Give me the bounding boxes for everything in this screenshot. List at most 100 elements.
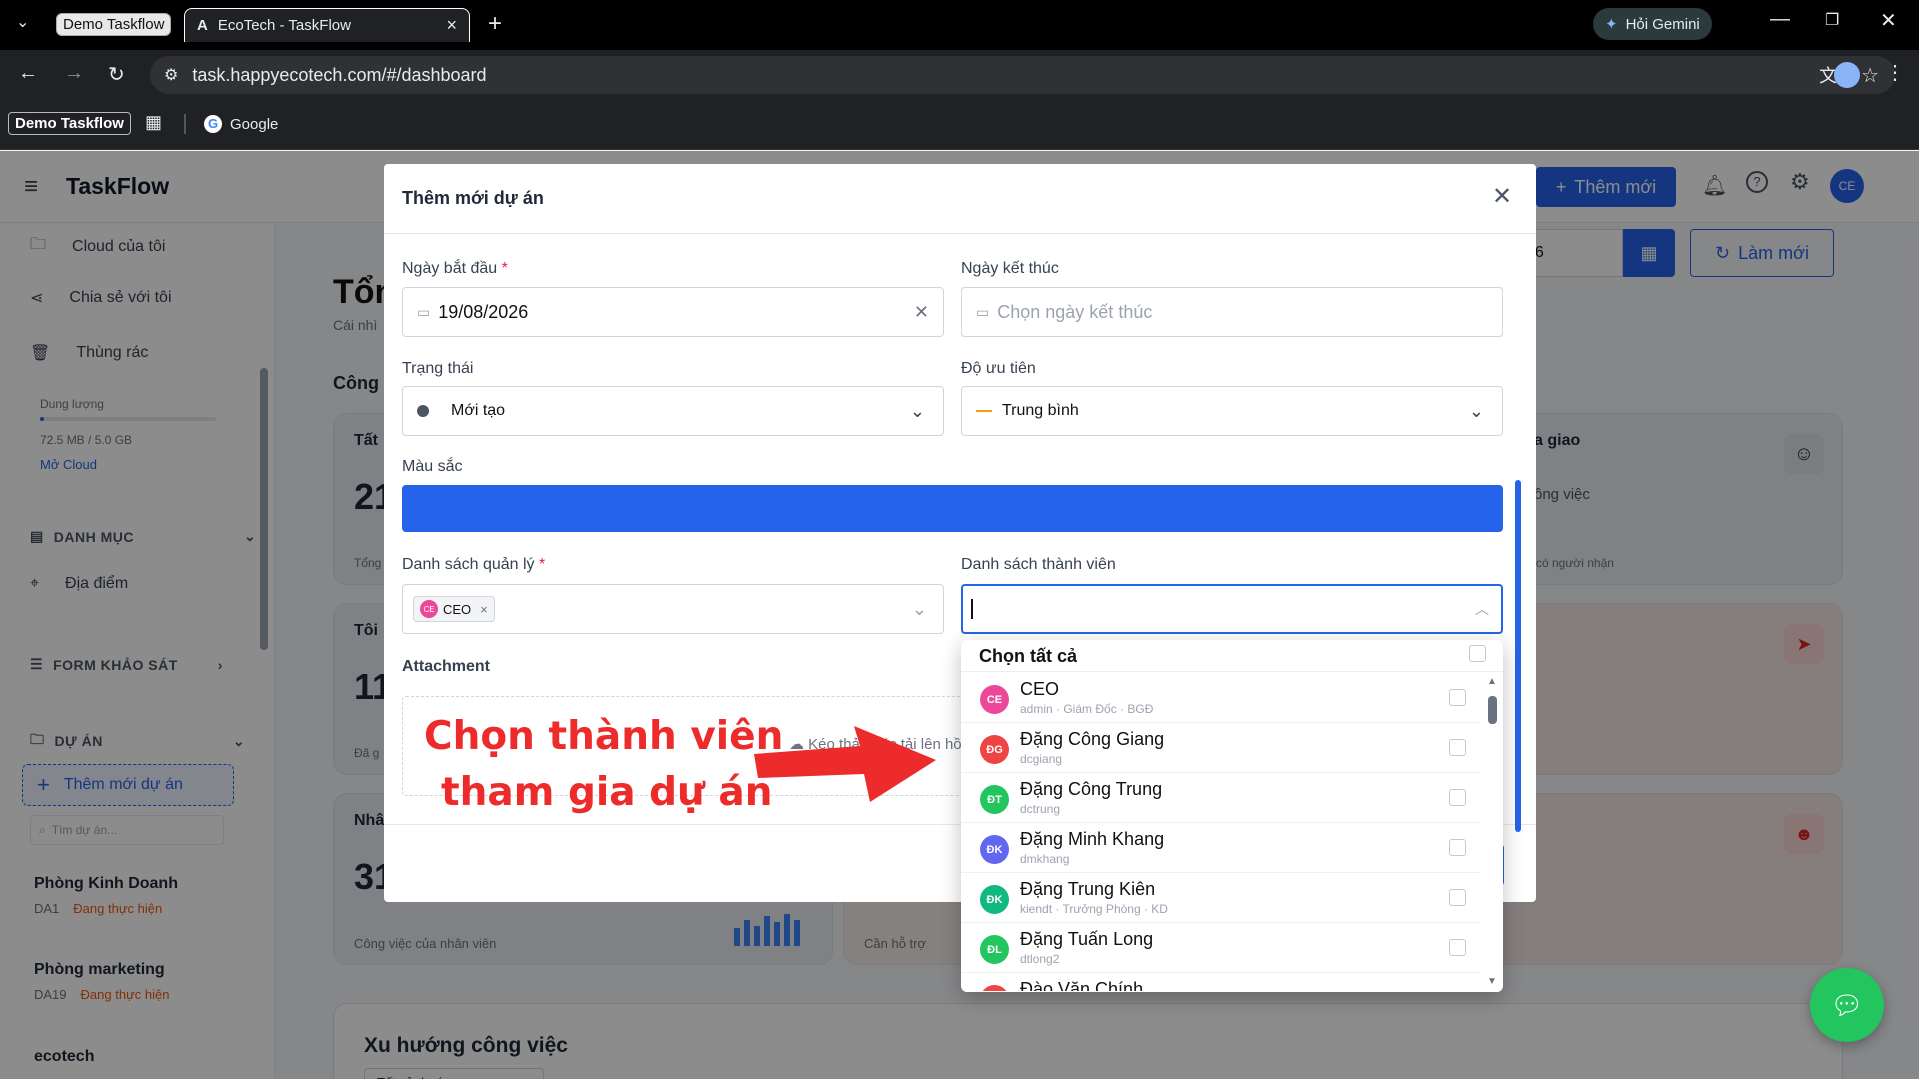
calendar-icon: ▭ [417,303,431,320]
option-checkbox[interactable] [1449,689,1466,706]
modal-title: Thêm mới dự án [402,188,544,208]
avatar: CE [980,685,1009,714]
text-caret [971,599,973,619]
color-picker[interactable] [402,485,1503,532]
annotation-line2: tham gia dự án [441,770,773,815]
scroll-up-icon[interactable]: ▲ [1487,676,1497,687]
option-sub: admin · Giám Đốc · BGĐ [1020,702,1154,716]
option-checkbox[interactable] [1449,939,1466,956]
chevron-down-icon: ⌄ [909,400,925,421]
gemini-icon: ✦ [1605,16,1618,33]
chat-fab-button[interactable]: 💬︎ [1810,968,1884,1042]
site-info-icon[interactable]: ⚙ [164,65,178,85]
dropdown-scroll-thumb[interactable] [1488,696,1497,724]
member-option[interactable]: ĐL Đặng Tuấn Long dtlong2 [961,923,1481,973]
chevron-down-icon: ⌄ [1468,400,1484,421]
option-name: Đặng Minh Khang [1020,829,1165,849]
tag-label: CEO [443,601,472,617]
start-date-value: 19/08/2026 [438,301,529,322]
close-window-icon[interactable]: ✕ [1880,8,1897,33]
status-select[interactable]: Mới tạo ⌄ [402,386,944,436]
tab-title: EcoTech - TaskFlow [217,17,351,34]
forward-icon[interactable]: → [64,62,84,85]
end-date-field[interactable]: ▭ Chọn ngày kết thúc [961,287,1503,337]
gemini-button[interactable]: ✦ Hỏi Gemini [1593,8,1712,40]
option-checkbox[interactable] [1449,789,1466,806]
tab-close-icon[interactable]: × [446,15,457,36]
member-option[interactable]: CE CEO admin · Giám Đốc · BGĐ [961,673,1481,723]
annotation-arrow-icon [754,726,936,802]
members-label: Danh sách thành viên [961,556,1116,573]
option-name: Đào Văn Chính [1020,979,1144,991]
option-sub: kiendt · Trưởng Phòng · KD [1020,902,1168,916]
member-option[interactable]: ĐT Đặng Công Trung dctrung [961,773,1481,823]
avatar: ĐL [980,935,1009,964]
bookmarks-bar: Demo Taskflow ▦ G Google [0,100,1919,150]
modal-scrollbar[interactable] [1515,480,1521,832]
tab-search-icon[interactable]: ⌄ [16,12,29,32]
annotation-line1: Chọn thành viên [424,714,784,759]
reload-icon[interactable]: ↻ [108,62,125,87]
menu-icon[interactable]: ⋮ [1885,60,1905,85]
tag-avatar: CE [420,600,438,618]
option-checkbox[interactable] [1449,839,1466,856]
option-name: Đặng Trung Kiên [1020,879,1156,899]
priority-value: Trung bình [1002,402,1079,419]
bookmark-google[interactable]: Google [230,116,278,133]
avatar: ĐK [980,885,1009,914]
status-label: Trạng thái [402,360,474,377]
managers-select[interactable]: CE CEO × ⌄ [402,584,944,634]
tab-active[interactable]: A EcoTech - TaskFlow × [184,8,470,42]
attachment-label: Attachment [402,658,491,675]
back-icon[interactable]: ← [18,62,38,85]
calendar-icon: ▭ [976,303,990,320]
bookmark-star-icon[interactable]: ☆ [1861,63,1879,88]
manager-tag: CE CEO × [413,596,495,622]
status-dot [417,405,429,417]
option-checkbox[interactable] [1449,739,1466,756]
start-date-field[interactable]: ▭ 19/08/2026 ✕ [402,287,944,337]
member-option[interactable]: Đào Văn Chính [961,973,1481,991]
modal-header: Thêm mới dự án ✕ [384,164,1536,234]
end-date-label: Ngày kết thúc [961,260,1059,277]
avatar: ĐT [980,785,1009,814]
priority-select[interactable]: Trung bình ⌄ [961,386,1503,436]
options-list: CE CEO admin · Giám Đốc · BGĐ ĐG Đặng Công … [961,673,1503,991]
minimize-icon[interactable]: — [1770,8,1790,31]
address-bar[interactable]: ⚙ task.happyecotech.com/#/dashboard 文 ☆ [150,56,1895,94]
clear-icon[interactable]: ✕ [914,302,929,323]
select-all-label: Chọn tất cả [979,646,1078,666]
status-value: Mới tạo [451,402,506,419]
tab-group-chip[interactable]: Demo Taskflow [56,13,172,36]
option-name: Đặng Công Giang [1020,729,1165,749]
browser-toolbar: ← → ↻ ⚙ task.happyecotech.com/#/dashboar… [0,50,1919,100]
option-name: CEO [1020,679,1060,699]
color-label: Màu sắc [402,458,463,475]
restore-icon[interactable]: ❐ [1825,10,1839,30]
url-text: task.happyecotech.com/#/dashboard [192,64,487,85]
priority-dash [976,410,992,412]
member-option[interactable]: ĐG Đặng Công Giang dcgiang [961,723,1481,773]
option-checkbox[interactable] [1449,889,1466,906]
option-sub: dtlong2 [1020,952,1060,966]
option-sub: dmkhang [1020,852,1070,866]
priority-label: Độ ưu tiên [961,360,1036,377]
members-select[interactable]: ︿ [961,584,1503,634]
close-icon[interactable]: ✕ [1492,182,1512,211]
apps-grid-icon[interactable]: ▦ [145,112,162,133]
tab-favicon-icon: A [197,17,208,34]
profile-avatar[interactable] [1834,62,1860,88]
select-all-checkbox[interactable] [1469,645,1486,662]
bookmark-group[interactable]: Demo Taskflow [8,112,131,135]
new-tab-icon[interactable]: + [488,10,502,38]
option-sub: dctrung [1020,802,1061,816]
scroll-down-icon[interactable]: ▼ [1487,976,1497,987]
select-all-row[interactable]: Chọn tất cả [961,640,1503,672]
chevron-up-icon: ︿ [1475,601,1489,617]
bookmark-divider [184,114,186,134]
tag-remove-icon[interactable]: × [480,602,488,617]
end-date-placeholder: Chọn ngày kết thúc [997,301,1153,322]
member-option[interactable]: ĐK Đặng Trung Kiên kiendt · Trưởng Phòng ·… [961,873,1481,923]
member-option[interactable]: ĐK Đặng Minh Khang dmkhang [961,823,1481,873]
managers-label: Danh sách quản lý * [402,556,546,573]
